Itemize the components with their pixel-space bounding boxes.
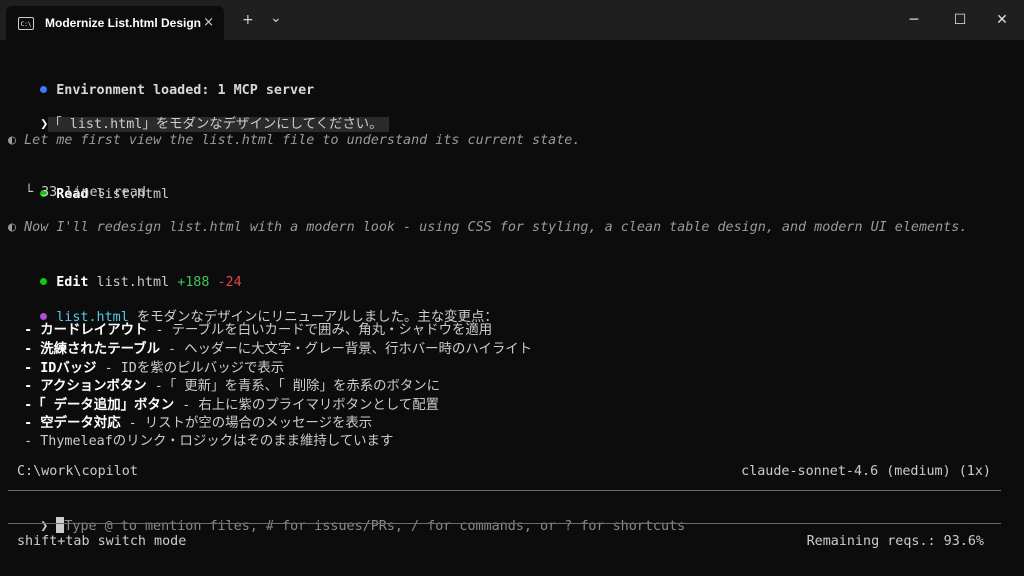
terminal-icon: C:\ [18,16,34,30]
tab-close-icon[interactable]: × [203,15,214,30]
log-edit: Edit list.html +188 -24 [8,253,242,290]
terminal-output: Environment loaded: 1 MCP server ❯「 list… [0,40,1024,576]
remaining-requests: Remaining reqs.: 93.6% [806,534,984,549]
change-item: -「 データ追加」ボタン - 右上に紫のプライマリボタンとして配置 [8,398,439,413]
reply-dot-icon [40,313,48,320]
input-top-divider [8,490,1001,491]
change-item: - Thymeleafのリンク・ロジックはそのまま維持しています [8,434,394,449]
change-item: - 洗練されたテーブル - ヘッダーに大文字・グレー背景、行ホバー時のハイライト [8,342,533,357]
log-read: Read list.html [8,165,169,202]
success-dot-icon [40,278,48,285]
close-icon[interactable]: ✕ [982,7,1022,33]
new-tab-icon[interactable]: + [242,12,254,28]
minimize-icon[interactable]: ─ [894,7,934,33]
change-item: - アクションボタン -「 更新」を青系、「 削除」を赤系のボタンに [8,379,441,394]
change-item: - 空データ対応 - リストが空の場合のメッセージを表示 [8,416,373,431]
log-reply: list.html をモダンなデザインにリニューアルしました。主な変更点： [8,288,498,325]
chevron-down-icon[interactable]: ⌄ [270,10,282,26]
input-bottom-divider [8,523,1001,524]
user-message: 「 list.html」をモダンなデザインにしてください。 [48,117,389,132]
log-thought-2: ◐ Now I'll redesign list.html with a mod… [8,220,968,235]
title-bar: C:\ Modernize List.html Design × + ⌄ ─ ☐… [0,0,1024,40]
log-env: Environment loaded: 1 MCP server [8,61,314,98]
tab-title: Modernize List.html Design [45,16,202,30]
log-thought-1: ◐ Let me first view the list.html file t… [8,133,581,148]
maximize-icon[interactable]: ☐ [940,7,980,33]
mode-hint: shift+tab switch mode [17,534,187,549]
prompt-input[interactable]: ❯ Type @ to mention files, # for issues/… [8,497,685,534]
model-indicator[interactable]: claude-sonnet-4.6 (medium) (1x) [741,462,991,482]
working-directory: C:\work\copilot [17,464,138,479]
terminal-tab[interactable]: C:\ Modernize List.html Design × [6,6,224,40]
log-read-result: └ 33 lines read [25,185,146,200]
change-item: - カードレイアウト - テーブルを白いカードで囲み、角丸・シャドウを適用 [8,323,493,338]
log-user-message: ❯「 list.html」をモダンなデザインにしてください。 [8,95,389,132]
change-item: - IDバッジ - IDを紫のピルバッジで表示 [8,361,285,376]
info-dot-icon [40,86,48,93]
